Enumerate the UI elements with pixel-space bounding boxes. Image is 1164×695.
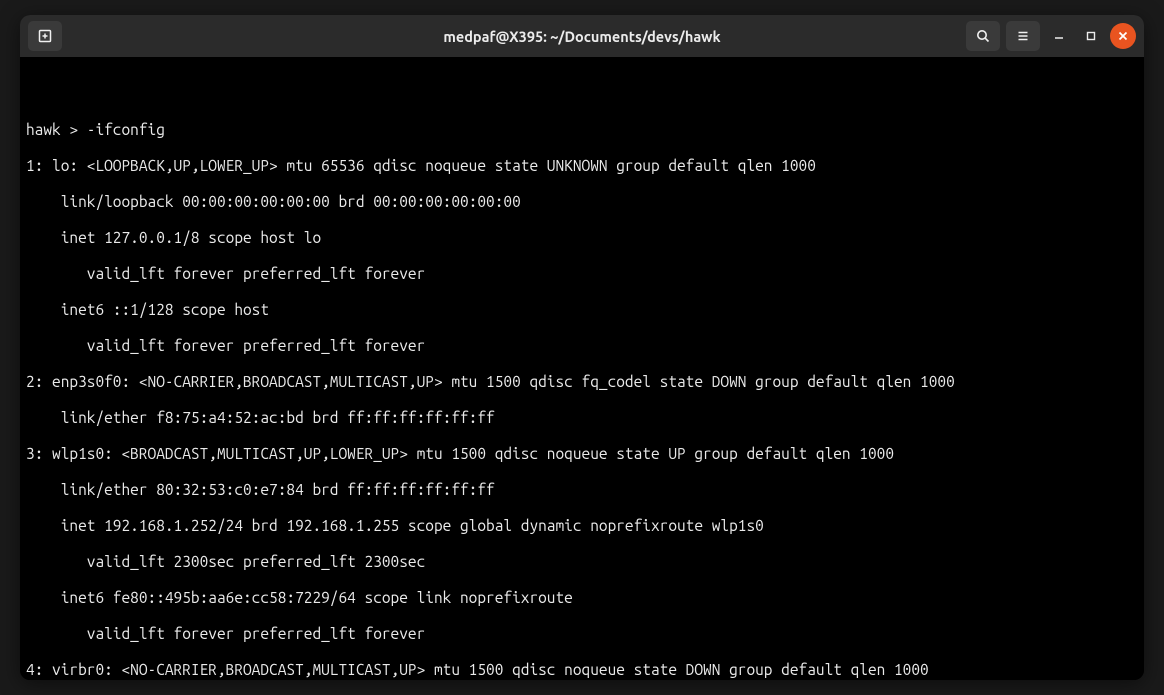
titlebar: medpaf@X395: ~/Documents/devs/hawk — [20, 15, 1144, 57]
output-line: valid_lft 2300sec preferred_lft 2300sec — [26, 553, 1138, 571]
output-line: valid_lft forever preferred_lft forever — [26, 265, 1138, 283]
output-line: valid_lft forever preferred_lft forever — [26, 625, 1138, 643]
output-line: 3: wlp1s0: <BROADCAST,MULTICAST,UP,LOWER… — [26, 445, 1138, 463]
window-title: medpaf@X395: ~/Documents/devs/hawk — [443, 28, 720, 45]
output-line: link/ether 80:32:53:c0:e7:84 brd ff:ff:f… — [26, 481, 1138, 499]
output-line: 1: lo: <LOOPBACK,UP,LOWER_UP> mtu 65536 … — [26, 157, 1138, 175]
maximize-button[interactable] — [1078, 23, 1104, 49]
output-line: link/loopback 00:00:00:00:00:00 brd 00:0… — [26, 193, 1138, 211]
new-tab-button[interactable] — [28, 21, 62, 51]
prompt-0: hawk > — [26, 121, 87, 138]
output-line: link/ether f8:75:a4:52:ac:bd brd ff:ff:f… — [26, 409, 1138, 427]
output-line: 4: virbr0: <NO-CARRIER,BROADCAST,MULTICA… — [26, 661, 1138, 679]
close-button[interactable] — [1110, 23, 1136, 49]
command-line-0: hawk > -ifconfig — [26, 121, 1138, 139]
command-0: -ifconfig — [87, 121, 165, 138]
blank-line — [26, 85, 1138, 103]
output-line: 2: enp3s0f0: <NO-CARRIER,BROADCAST,MULTI… — [26, 373, 1138, 391]
search-button[interactable] — [966, 21, 1000, 51]
output-line: inet 192.168.1.252/24 brd 192.168.1.255 … — [26, 517, 1138, 535]
output-line: inet 127.0.0.1/8 scope host lo — [26, 229, 1138, 247]
output-line: valid_lft forever preferred_lft forever — [26, 337, 1138, 355]
menu-button[interactable] — [1006, 21, 1040, 51]
titlebar-left — [28, 21, 62, 51]
terminal-window: medpaf@X395: ~/Documents/devs/hawk — [20, 15, 1144, 680]
terminal-content: hawk > -ifconfig 1: lo: <LOOPBACK,UP,LOW… — [26, 67, 1138, 680]
minimize-button[interactable] — [1046, 23, 1072, 49]
titlebar-right — [966, 21, 1136, 51]
output-line: inet6 fe80::495b:aa6e:cc58:7229/64 scope… — [26, 589, 1138, 607]
terminal-area[interactable]: hawk > -ifconfig 1: lo: <LOOPBACK,UP,LOW… — [20, 57, 1144, 680]
output-line: inet6 ::1/128 scope host — [26, 301, 1138, 319]
